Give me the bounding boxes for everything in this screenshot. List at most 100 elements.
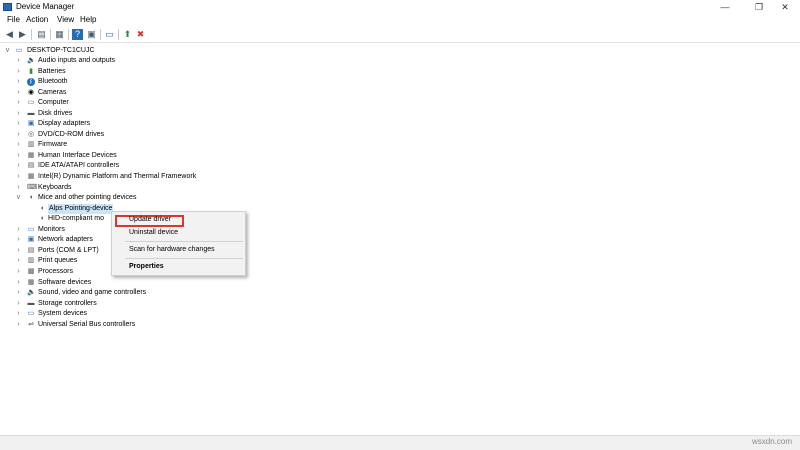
tree-item-label: Audio inputs and outputs	[38, 57, 116, 64]
help-icon[interactable]: ?	[72, 29, 83, 40]
forward-icon[interactable]: ▶	[17, 29, 28, 40]
tree-item-sound-controllers[interactable]: › 🔈 Sound, video and game controllers	[0, 288, 200, 298]
tree-item-label: Software devices	[38, 279, 92, 286]
speaker-icon: 🔈	[27, 57, 36, 64]
tree-root[interactable]: v ▭ DESKTOP-TC1CUJC	[0, 46, 200, 56]
tree-item-cameras[interactable]: › ◉ Cameras	[0, 88, 200, 98]
tree-item-system-devices[interactable]: › ▭ System devices	[0, 309, 200, 319]
context-menu: Update driver Uninstall device Scan for …	[111, 211, 246, 276]
chevron-right-icon[interactable]: ›	[15, 161, 22, 171]
tree-item-label: Human Interface Devices	[38, 152, 117, 159]
menu-view[interactable]: View	[57, 15, 74, 24]
properties-menu-item[interactable]: Properties	[112, 261, 245, 272]
back-icon[interactable]: ◀	[4, 29, 15, 40]
tree-item-ide-controllers[interactable]: › ▤ IDE ATA/ATAPI controllers	[0, 161, 200, 171]
chevron-right-icon[interactable]: ›	[15, 67, 22, 77]
tree-item-label: Sound, video and game controllers	[38, 289, 147, 296]
firmware-icon: ▥	[27, 141, 35, 148]
tree-item-audio[interactable]: › 🔈 Audio inputs and outputs	[0, 56, 200, 66]
computer-icon: ▭	[15, 47, 23, 54]
chevron-right-icon[interactable]: ›	[15, 98, 22, 108]
tree-item-software-devices[interactable]: › ▦ Software devices	[0, 278, 200, 288]
watermark: wsxdn.com	[751, 437, 792, 446]
tree-item-disk-drives[interactable]: › ▬ Disk drives	[0, 109, 200, 119]
chevron-right-icon[interactable]: ›	[15, 77, 22, 87]
sound-controller-icon: 🔈	[27, 289, 36, 296]
show-hide-console-tree-icon[interactable]: ▤	[36, 29, 47, 40]
chevron-right-icon[interactable]: ›	[15, 172, 22, 182]
menu-file[interactable]: File	[7, 15, 20, 24]
usb-controller-icon: ⇌	[28, 321, 34, 328]
toolbar-separator	[100, 29, 101, 40]
menu-item-label: Update driver	[129, 216, 172, 223]
chevron-right-icon[interactable]: ›	[15, 309, 22, 319]
tree-item-label: Cameras	[38, 89, 67, 96]
tree-item-label: Display adapters	[38, 120, 91, 127]
tree-item-batteries[interactable]: › ▮ Batteries	[0, 67, 200, 77]
close-button[interactable]: ✕	[770, 0, 800, 14]
tree-root-label: DESKTOP-TC1CUJC	[27, 47, 95, 54]
tree-item-computer[interactable]: › ▭ Computer	[0, 98, 200, 108]
tree-item-intel-dptf[interactable]: › ▦ Intel(R) Dynamic Platform and Therma…	[0, 172, 220, 182]
software-device-icon: ▦	[27, 279, 35, 286]
chevron-right-icon[interactable]: ›	[15, 288, 22, 298]
chevron-right-icon[interactable]: ›	[15, 56, 22, 66]
tree-item-hid[interactable]: › ▦ Human Interface Devices	[0, 151, 200, 161]
properties-icon[interactable]: ▦	[54, 29, 65, 40]
tree-item-keyboards[interactable]: › ⌨ Keyboards	[0, 183, 200, 193]
tree-item-storage-controllers[interactable]: › ▬ Storage controllers	[0, 299, 200, 309]
display-adapter-icon: ▣	[27, 120, 35, 127]
device-manager-icon	[3, 3, 12, 11]
menu-item-label: Properties	[129, 263, 164, 270]
chevron-right-icon[interactable]: ›	[15, 140, 22, 150]
camera-icon: ◉	[27, 89, 35, 96]
menu-action[interactable]: Action	[26, 15, 48, 24]
menu-bar: File Action View Help	[0, 14, 800, 26]
chevron-right-icon[interactable]: ›	[15, 151, 22, 161]
status-bar: wsxdn.com	[0, 435, 800, 450]
chevron-down-icon[interactable]: v	[15, 193, 22, 203]
toolbar-separator	[31, 29, 32, 40]
menu-separator	[125, 241, 243, 242]
chevron-right-icon[interactable]: ›	[15, 235, 22, 245]
scan-hardware-menu-item[interactable]: Scan for hardware changes	[112, 244, 245, 255]
chevron-right-icon[interactable]: ›	[15, 267, 22, 277]
uninstall-device-menu-item[interactable]: Uninstall device	[112, 227, 245, 238]
chevron-right-icon[interactable]: ›	[15, 225, 22, 235]
chevron-right-icon[interactable]: ›	[15, 299, 22, 309]
update-driver-icon[interactable]: ⬆	[122, 29, 133, 40]
tree-item-dvd-drives[interactable]: › ◎ DVD/CD-ROM drives	[0, 130, 200, 140]
tree-item-display-adapters[interactable]: › ▣ Display adapters	[0, 119, 200, 129]
tree-item-label: Keyboards	[38, 184, 72, 191]
tree-item-label: Batteries	[38, 68, 66, 75]
tree-item-bluetooth[interactable]: › ᛒ Bluetooth	[0, 77, 200, 87]
toolbar-separator	[68, 29, 69, 40]
chevron-right-icon[interactable]: ›	[15, 183, 22, 193]
update-driver-menu-item[interactable]: Update driver	[112, 214, 245, 227]
tree-item-label: Firmware	[38, 141, 68, 148]
chevron-right-icon[interactable]: ›	[15, 256, 22, 266]
uninstall-device-icon[interactable]: ✖	[135, 29, 146, 40]
tree-item-label: DVD/CD-ROM drives	[38, 131, 105, 138]
chevron-down-icon[interactable]: v	[4, 46, 11, 56]
chevron-right-icon[interactable]: ›	[15, 109, 22, 119]
chevron-right-icon[interactable]: ›	[15, 246, 22, 256]
window-title: Device Manager	[16, 2, 75, 11]
tree-item-label: Monitors	[38, 226, 65, 233]
battery-icon: ▮	[29, 68, 33, 75]
chevron-right-icon[interactable]: ›	[15, 119, 22, 129]
minimize-button[interactable]: —	[710, 0, 740, 14]
chevron-right-icon[interactable]: ›	[15, 88, 22, 98]
menu-help[interactable]: Help	[80, 15, 96, 24]
tree-item-label: Processors	[38, 268, 74, 275]
chevron-right-icon[interactable]: ›	[15, 278, 22, 288]
menu-item-label: Scan for hardware changes	[129, 246, 215, 253]
scan-hardware-icon[interactable]: ▭	[104, 29, 115, 40]
action-pane-icon[interactable]: ▣	[86, 29, 97, 40]
tree-item-label: System devices	[38, 310, 88, 317]
tree-item-mice[interactable]: v ◖ Mice and other pointing devices	[0, 193, 200, 203]
tree-item-usb-controllers[interactable]: › ⇌ Universal Serial Bus controllers	[0, 320, 200, 330]
tree-item-firmware[interactable]: › ▥ Firmware	[0, 140, 200, 150]
chevron-right-icon[interactable]: ›	[15, 130, 22, 140]
chevron-right-icon[interactable]: ›	[15, 320, 22, 330]
